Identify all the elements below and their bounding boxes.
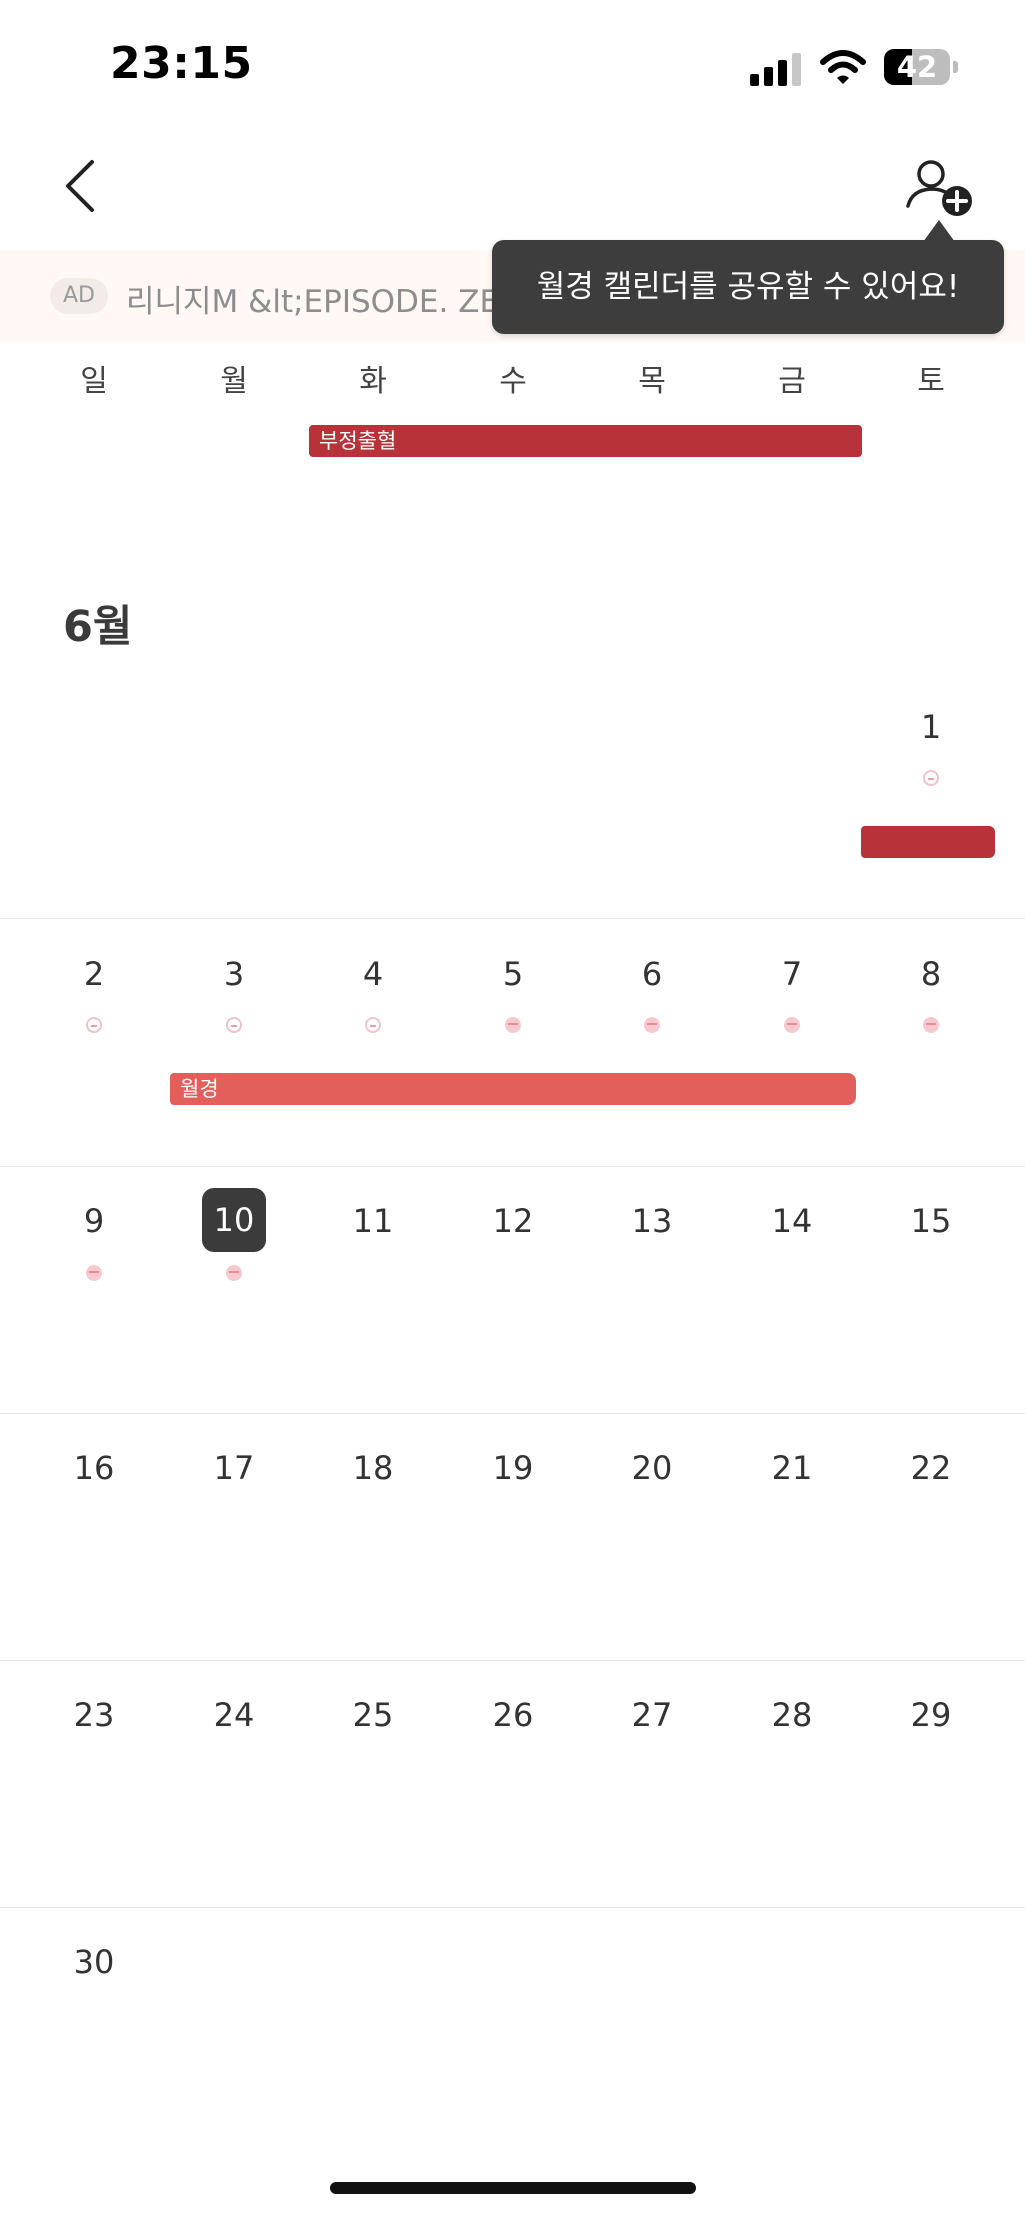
period-marker-icon <box>644 1017 660 1033</box>
period-marker-icon <box>86 1265 102 1281</box>
calendar-day[interactable]: 11 <box>303 1202 443 1240</box>
calendar-day[interactable]: 8 <box>861 955 1001 993</box>
period-marker-icon <box>923 770 939 786</box>
weekday-wed: 수 <box>499 364 527 399</box>
weekday-mon: 월 <box>220 364 248 399</box>
calendar-day[interactable]: 23 <box>24 1696 164 1734</box>
calendar-day[interactable]: 4 <box>303 955 443 993</box>
share-tooltip[interactable]: 월경 캘린더를 공유할 수 있어요! <box>492 240 1004 334</box>
weekday-sun: 일 <box>80 364 108 399</box>
event-bar-continued[interactable] <box>861 826 995 858</box>
back-button[interactable] <box>60 158 100 214</box>
period-marker-icon <box>784 1017 800 1033</box>
battery-icon: 42 <box>884 49 950 85</box>
ad-text[interactable]: 리니지M &lt;EPISODE. ZE <box>126 276 499 321</box>
cellular-signal-icon <box>750 52 802 86</box>
event-bar-period[interactable]: 월경 <box>170 1073 856 1105</box>
calendar-day[interactable]: 9 <box>24 1202 164 1240</box>
calendar-day[interactable]: 18 <box>303 1449 443 1487</box>
event-bar-spotting[interactable]: 부정출혈 <box>309 425 862 457</box>
ad-badge: AD <box>50 278 108 314</box>
calendar-day[interactable]: 22 <box>861 1449 1001 1487</box>
calendar-day[interactable]: 21 <box>722 1449 862 1487</box>
calendar-day[interactable]: 1 <box>861 708 1001 746</box>
calendar-day[interactable]: 29 <box>861 1696 1001 1734</box>
tooltip-arrow <box>923 220 955 242</box>
wifi-icon <box>820 50 866 84</box>
calendar-day[interactable]: 28 <box>722 1696 862 1734</box>
calendar-day[interactable]: 14 <box>722 1202 862 1240</box>
calendar-day[interactable]: 25 <box>303 1696 443 1734</box>
calendar-day[interactable]: 3 <box>164 955 304 993</box>
period-marker-icon <box>226 1265 242 1281</box>
week-divider <box>0 1166 1025 1167</box>
calendar-day[interactable]: 20 <box>582 1449 722 1487</box>
calendar-day[interactable]: 6 <box>582 955 722 993</box>
calendar-day[interactable]: 7 <box>722 955 862 993</box>
weekday-tue: 화 <box>359 364 387 399</box>
share-calendar-button[interactable] <box>904 158 976 220</box>
week-divider <box>0 1413 1025 1414</box>
calendar-day[interactable]: 30 <box>24 1943 164 1981</box>
calendar-day[interactable]: 26 <box>443 1696 583 1734</box>
calendar-day[interactable]: 17 <box>164 1449 304 1487</box>
home-indicator[interactable] <box>330 2182 696 2194</box>
period-marker-icon <box>226 1017 242 1033</box>
calendar-day[interactable]: 12 <box>443 1202 583 1240</box>
period-marker-icon <box>923 1017 939 1033</box>
calendar-day[interactable]: 16 <box>24 1449 164 1487</box>
calendar-day[interactable]: 15 <box>861 1202 1001 1240</box>
period-marker-icon <box>505 1017 521 1033</box>
battery-tip <box>953 61 958 73</box>
period-marker-icon <box>86 1017 102 1033</box>
weekday-fri: 금 <box>778 364 806 399</box>
weekday-sat: 토 <box>917 364 945 399</box>
week-divider <box>0 1660 1025 1661</box>
calendar-day[interactable]: 13 <box>582 1202 722 1240</box>
calendar-day[interactable]: 2 <box>24 955 164 993</box>
calendar-day[interactable]: 5 <box>443 955 583 993</box>
week-divider <box>0 1907 1025 1908</box>
battery-percent: 42 <box>896 50 938 84</box>
week-divider <box>0 918 1025 919</box>
month-title: 6월 <box>63 602 133 652</box>
calendar-day[interactable]: 27 <box>582 1696 722 1734</box>
calendar-day[interactable]: 19 <box>443 1449 583 1487</box>
weekday-thu: 목 <box>638 364 666 399</box>
period-marker-icon <box>365 1017 381 1033</box>
calendar-day-today[interactable]: 10 <box>202 1188 266 1252</box>
calendar-day[interactable]: 24 <box>164 1696 304 1734</box>
status-time: 23:15 <box>110 38 253 89</box>
